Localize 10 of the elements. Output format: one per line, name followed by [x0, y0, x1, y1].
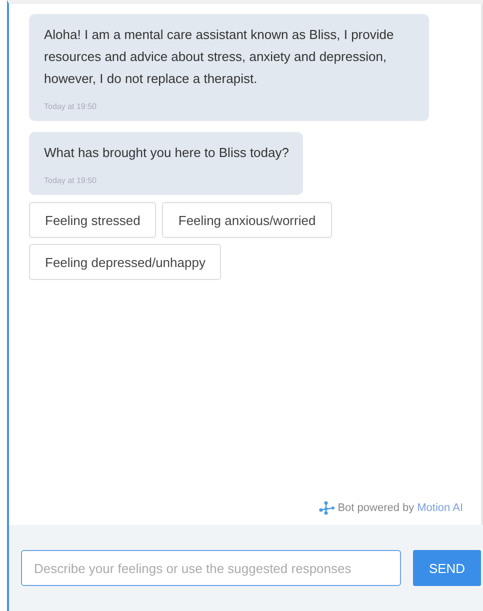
- message-text: Aloha! I am a mental care assistant known as Bliss, I provide resources and advice about stress, anxiety and depression, however, I do not replace a therapist.: [44, 26, 395, 88]
- message-time: Today at 19:50: [44, 102, 98, 111]
- network-icon: [318, 501, 335, 515]
- quick-reply-button[interactable]: Feeling stressed: [29, 202, 156, 238]
- quick-reply-button[interactable]: Feeling depressed/unhappy: [29, 244, 222, 280]
- message-time: Today at 19:50: [44, 176, 98, 185]
- branding-text: Bot powered by: [338, 502, 414, 514]
- message-input-field[interactable]: Describe your feelings or use the suggested responses: [21, 550, 401, 586]
- quick-reply-button[interactable]: Feeling anxious/worried: [162, 202, 332, 238]
- message-text: What has brought you here to Bliss today?: [44, 144, 289, 162]
